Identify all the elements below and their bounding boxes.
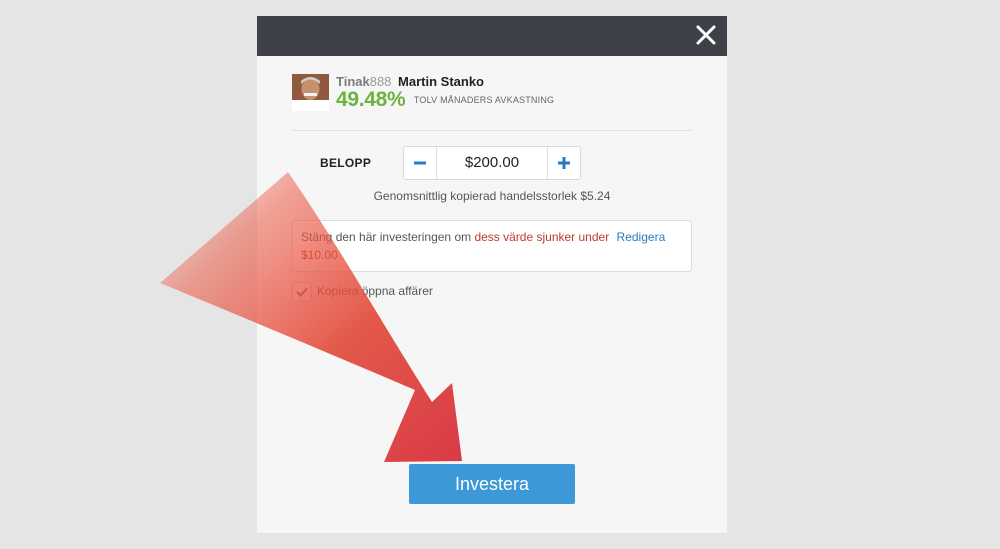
minus-icon xyxy=(414,161,426,165)
stop-loss-value: $10.00 xyxy=(301,248,338,262)
stop-loss-condition: dess värde sjunker under xyxy=(474,230,610,244)
decrease-amount-button[interactable] xyxy=(404,147,437,179)
amount-stepper: $200.00 xyxy=(403,146,581,180)
edit-stop-loss-link[interactable]: Redigera xyxy=(617,230,666,244)
stop-loss-text: Stäng den här investeringen om dess värd… xyxy=(301,230,665,244)
gain-label: TOLV MÅNADERS AVKASTNING xyxy=(413,95,555,105)
dialog-header xyxy=(257,16,727,56)
divider xyxy=(292,130,692,131)
copy-open-trades-label: Kopiera öppna affärer xyxy=(317,284,433,298)
amount-label: BELOPP xyxy=(320,156,372,170)
gain-percentage: 49.48% xyxy=(336,88,406,111)
checkmark-icon xyxy=(296,287,308,297)
stop-loss-box: Stäng den här investeringen om dess värd… xyxy=(292,220,692,272)
increase-amount-button[interactable] xyxy=(547,147,580,179)
gain-row: 49.48% TOLV MÅNADERS AVKASTNING xyxy=(336,88,554,112)
copy-open-trades-checkbox[interactable] xyxy=(292,282,312,302)
close-icon xyxy=(696,25,716,45)
avatar[interactable] xyxy=(292,74,329,111)
trader-info: Tinak888 Martin Stanko 49.48% TOLV MÅNAD… xyxy=(292,74,692,114)
trader-names: Tinak888 Martin Stanko xyxy=(336,74,484,89)
close-button[interactable] xyxy=(693,22,719,48)
plus-icon xyxy=(558,157,570,169)
copy-trader-dialog: Tinak888 Martin Stanko 49.48% TOLV MÅNAD… xyxy=(257,16,727,533)
invest-button[interactable]: Investera xyxy=(409,464,575,504)
trader-full-name: Martin Stanko xyxy=(398,74,485,89)
stop-loss-prefix: Stäng den här investeringen om xyxy=(301,230,472,244)
amount-input[interactable]: $200.00 xyxy=(437,147,547,179)
trader-username[interactable]: Tinak xyxy=(336,74,370,89)
average-trade-size: Genomsnittlig kopierad handelsstorlek $5… xyxy=(373,189,611,203)
trader-username-suffix[interactable]: 888 xyxy=(370,74,392,89)
